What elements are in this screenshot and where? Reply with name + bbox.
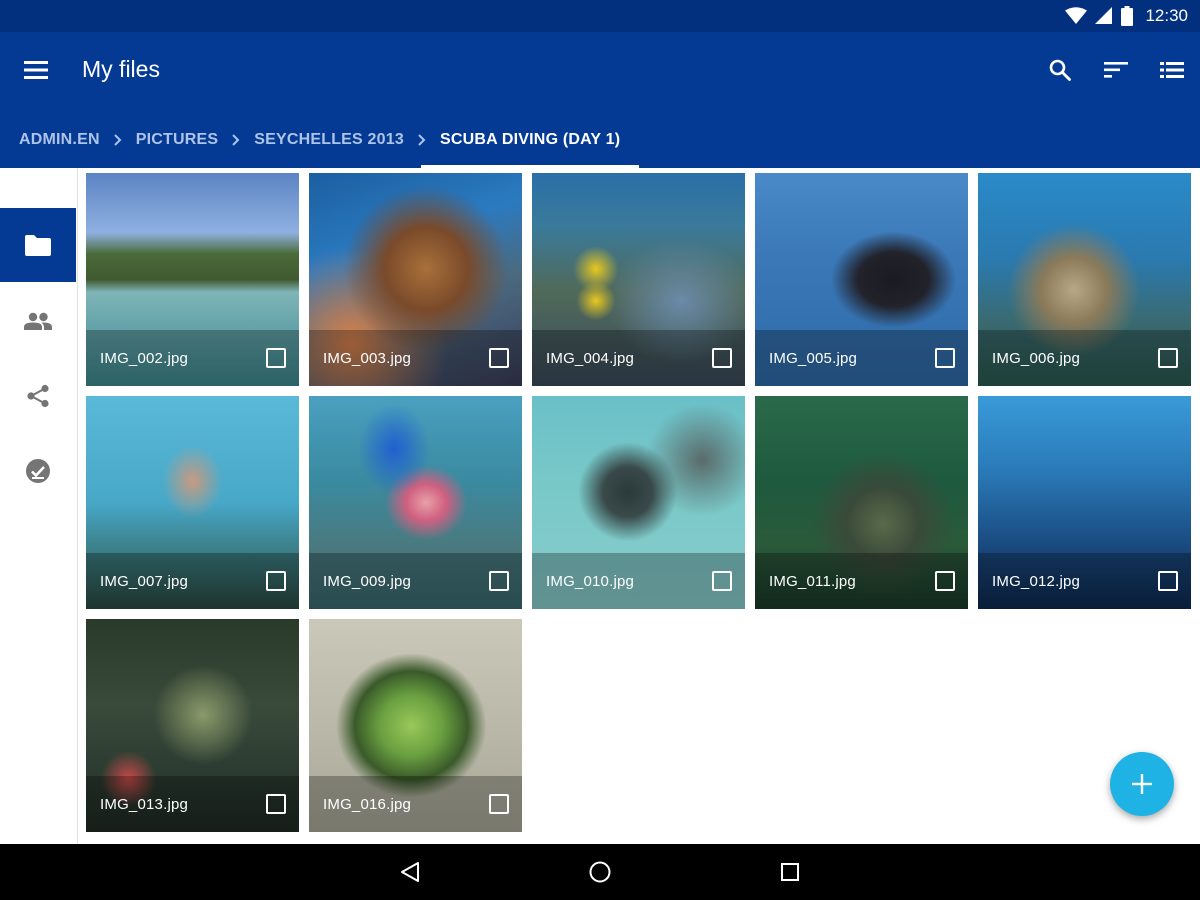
file-tile[interactable]: IMG_011.jpg bbox=[755, 396, 968, 609]
status-bar: 12:30 bbox=[0, 0, 1200, 32]
file-name: IMG_006.jpg bbox=[992, 349, 1081, 367]
file-caption: IMG_012.jpg bbox=[978, 553, 1191, 609]
select-checkbox[interactable] bbox=[1158, 348, 1178, 368]
file-tile[interactable]: IMG_003.jpg bbox=[309, 173, 522, 386]
side-rail bbox=[0, 168, 78, 844]
select-checkbox[interactable] bbox=[489, 571, 509, 591]
home-button[interactable] bbox=[580, 852, 620, 892]
file-name: IMG_011.jpg bbox=[769, 572, 856, 590]
select-checkbox[interactable] bbox=[266, 348, 286, 368]
select-checkbox[interactable] bbox=[489, 794, 509, 814]
select-checkbox[interactable] bbox=[935, 348, 955, 368]
file-tile[interactable]: IMG_012.jpg bbox=[978, 396, 1191, 609]
share-icon bbox=[27, 384, 49, 408]
menu-button[interactable] bbox=[20, 54, 52, 86]
back-button[interactable] bbox=[390, 852, 430, 892]
breadcrumb-item[interactable]: PICTURES bbox=[136, 131, 219, 149]
file-tile[interactable]: IMG_007.jpg bbox=[86, 396, 299, 609]
file-caption: IMG_007.jpg bbox=[86, 553, 299, 609]
search-button[interactable] bbox=[1044, 54, 1076, 86]
recents-button[interactable] bbox=[770, 852, 810, 892]
file-name: IMG_004.jpg bbox=[546, 349, 635, 367]
file-tile[interactable]: IMG_002.jpg bbox=[86, 173, 299, 386]
back-icon bbox=[401, 862, 419, 882]
file-caption: IMG_010.jpg bbox=[532, 553, 745, 609]
chevron-right-icon bbox=[114, 134, 122, 146]
select-checkbox[interactable] bbox=[266, 571, 286, 591]
file-name: IMG_002.jpg bbox=[100, 349, 189, 367]
file-tile[interactable]: IMG_013.jpg bbox=[86, 619, 299, 832]
people-icon bbox=[24, 312, 52, 330]
breadcrumb: ADMIN.EN PICTURES SEYCHELLES 2013 SCUBA … bbox=[0, 112, 640, 168]
file-caption: IMG_003.jpg bbox=[309, 330, 522, 386]
file-tile[interactable]: IMG_004.jpg bbox=[532, 173, 745, 386]
file-name: IMG_012.jpg bbox=[992, 572, 1081, 590]
breadcrumb-item[interactable]: ADMIN.EN bbox=[19, 131, 100, 149]
file-name: IMG_003.jpg bbox=[323, 349, 412, 367]
select-checkbox[interactable] bbox=[935, 571, 955, 591]
add-button[interactable] bbox=[1110, 752, 1174, 816]
page-title: My files bbox=[82, 56, 160, 82]
folder-icon bbox=[25, 234, 51, 256]
file-name: IMG_016.jpg bbox=[323, 795, 412, 813]
file-name: IMG_010.jpg bbox=[546, 572, 635, 590]
select-checkbox[interactable] bbox=[489, 348, 509, 368]
chevron-right-icon bbox=[232, 134, 240, 146]
list-view-button[interactable] bbox=[1156, 54, 1188, 86]
select-checkbox[interactable] bbox=[712, 571, 732, 591]
cell-signal-icon bbox=[1095, 7, 1113, 25]
offline-icon bbox=[26, 459, 50, 483]
active-tab-indicator bbox=[420, 165, 640, 168]
file-tile[interactable]: IMG_010.jpg bbox=[532, 396, 745, 609]
breadcrumb-item[interactable]: SEYCHELLES 2013 bbox=[254, 131, 404, 149]
breadcrumb-current: SCUBA DIVING (DAY 1) bbox=[439, 131, 621, 148]
file-tile[interactable]: IMG_016.jpg bbox=[309, 619, 522, 832]
status-time: 12:30 bbox=[1145, 6, 1188, 25]
search-icon bbox=[1049, 59, 1071, 81]
rail-item-offline[interactable] bbox=[0, 434, 76, 508]
file-name: IMG_007.jpg bbox=[100, 572, 189, 590]
file-caption: IMG_016.jpg bbox=[309, 776, 522, 832]
file-caption: IMG_013.jpg bbox=[86, 776, 299, 832]
add-icon bbox=[1132, 774, 1152, 794]
file-caption: IMG_002.jpg bbox=[86, 330, 299, 386]
file-tile[interactable]: IMG_005.jpg bbox=[755, 173, 968, 386]
wifi-icon bbox=[1065, 7, 1088, 25]
home-icon bbox=[589, 861, 611, 883]
file-caption: IMG_011.jpg bbox=[755, 553, 968, 609]
rail-item-my-files[interactable] bbox=[0, 208, 76, 282]
file-tile[interactable]: IMG_006.jpg bbox=[978, 173, 1191, 386]
file-name: IMG_009.jpg bbox=[323, 572, 412, 590]
sort-button[interactable] bbox=[1100, 54, 1132, 86]
app-bar: My files ADMIN.EN PICTURES SEYCHELLES 20… bbox=[0, 32, 1200, 168]
select-checkbox[interactable] bbox=[712, 348, 732, 368]
file-tile[interactable]: IMG_009.jpg bbox=[309, 396, 522, 609]
file-name: IMG_013.jpg bbox=[100, 795, 189, 813]
sort-icon bbox=[1104, 62, 1128, 78]
select-checkbox[interactable] bbox=[266, 794, 286, 814]
file-caption: IMG_005.jpg bbox=[755, 330, 968, 386]
system-nav-bar bbox=[0, 844, 1200, 900]
rail-item-links[interactable] bbox=[0, 359, 76, 433]
battery-icon bbox=[1121, 6, 1134, 26]
list-view-icon bbox=[1160, 62, 1184, 78]
file-caption: IMG_004.jpg bbox=[532, 330, 745, 386]
file-caption: IMG_006.jpg bbox=[978, 330, 1191, 386]
breadcrumb-active-tab[interactable]: SCUBA DIVING (DAY 1) bbox=[420, 112, 640, 168]
hamburger-icon bbox=[24, 61, 48, 79]
file-name: IMG_005.jpg bbox=[769, 349, 858, 367]
file-caption: IMG_009.jpg bbox=[309, 553, 522, 609]
select-checkbox[interactable] bbox=[1158, 571, 1178, 591]
recents-icon bbox=[781, 863, 799, 881]
file-grid: IMG_002.jpg IMG_003.jpg IMG_004.jpg IMG_… bbox=[86, 173, 1192, 833]
rail-item-shared[interactable] bbox=[0, 284, 76, 358]
